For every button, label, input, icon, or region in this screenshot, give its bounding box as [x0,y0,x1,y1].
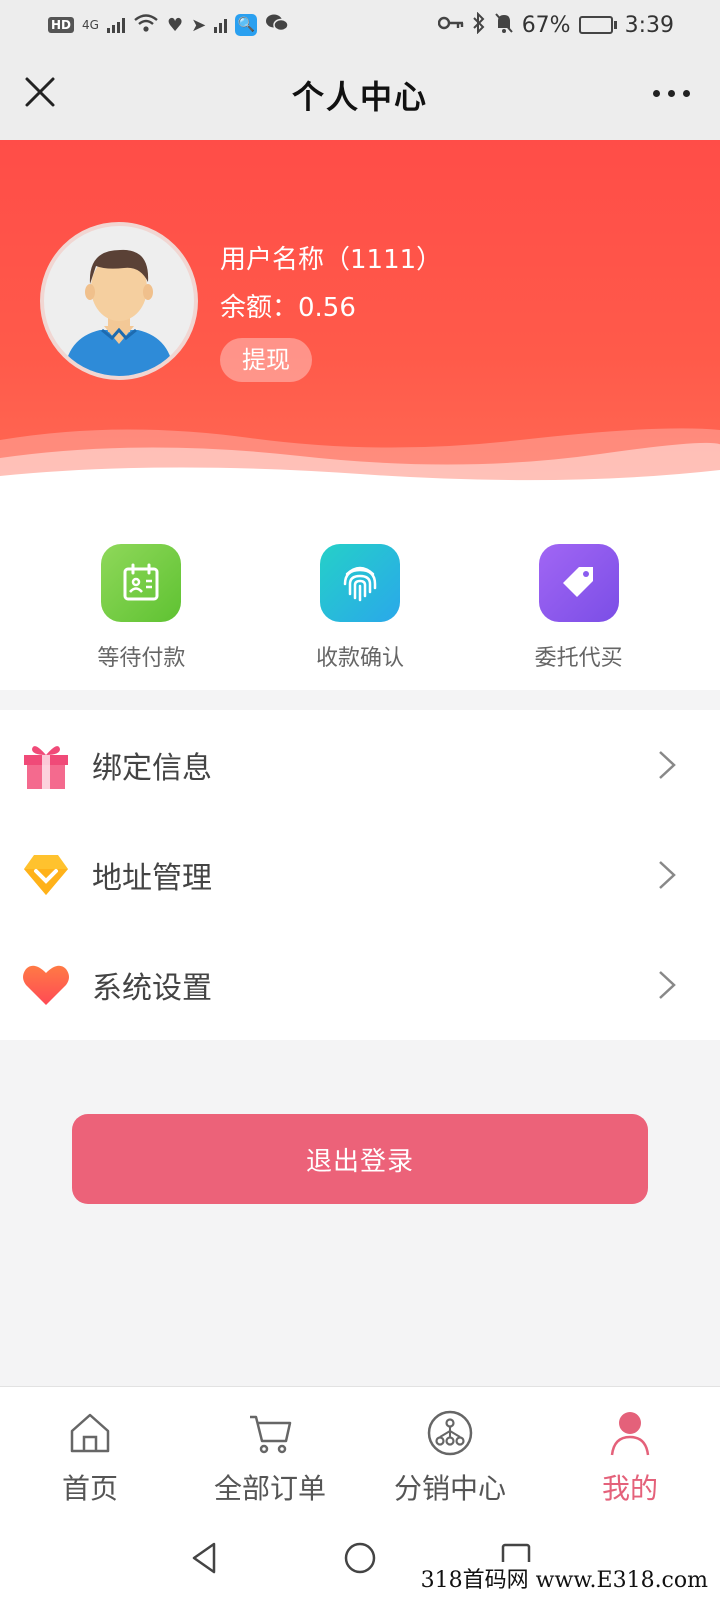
header-wave [0,428,720,500]
quick-actions: 等待付款 收款确认 委托代买 [0,500,720,690]
back-icon[interactable] [186,1540,222,1576]
bluetooth-icon [472,11,486,39]
chevron-right-icon [659,971,676,999]
bottom-tab-bar: 首页 全部订单 分销中心 我的 [0,1386,720,1516]
wechat-icon [265,13,289,38]
clock: 3:39 [624,12,674,38]
tab-all-orders[interactable]: 全部订单 [180,1387,360,1516]
quick-action-label: 等待付款 [97,646,186,671]
navigation-bar: 个人中心 [0,50,720,140]
close-icon[interactable] [22,74,58,110]
battery-icon [578,16,617,34]
settings-menu: 绑定信息 地址管理 系统设置 [0,710,720,1040]
avatar-person-icon [64,249,174,376]
fingerprint-icon [319,544,400,622]
home-icon [70,1413,110,1453]
quick-action-confirm-receipt[interactable]: 收款确认 [270,500,450,690]
quick-action-pending-payment[interactable]: 等待付款 [51,500,231,690]
tab-label: 全部订单 [213,1472,326,1505]
network-gen: 4G [82,18,99,32]
mute-bell-icon [494,12,514,39]
quick-action-label: 委托代买 [534,646,623,671]
signal-secondary-icon [214,17,228,33]
tab-label: 首页 [61,1472,118,1505]
user-info: 用户名称（1111） 余额：0.56 提现 [220,240,442,382]
status-bar: HD 4G ♥ ➤ 🔍 67% 3:39 [0,0,720,50]
heart-icon [20,959,72,1011]
send-icon: ➤ [191,14,207,36]
quick-action-proxy-purchase[interactable]: 委托代买 [489,500,669,690]
menu-item-system-settings[interactable]: 系统设置 [0,930,720,1040]
menu-item-label: 绑定信息 [92,751,212,786]
menu-item-label: 地址管理 [92,861,212,896]
more-icon[interactable] [653,90,690,97]
logout-button[interactable]: 退出登录 [72,1114,648,1204]
quick-action-label: 收款确认 [315,646,404,671]
diamond-icon [20,849,72,901]
network-label: HD [48,17,75,33]
username: 用户名称（1111） [220,245,443,275]
network-icon [427,1410,473,1456]
profile-header: 用户名称（1111） 余额：0.56 提现 [0,140,720,500]
cart-icon [250,1415,292,1454]
battery-percent: 67% [521,12,571,38]
balance: 余额：0.56 [220,293,356,323]
search-app-icon: 🔍 [235,14,258,36]
calendar-icon [101,544,182,622]
page-title: 个人中心 [291,78,428,116]
gift-icon [20,739,72,791]
status-left: HD 4G ♥ ➤ 🔍 [48,13,289,38]
withdraw-button[interactable]: 提现 [220,338,312,382]
tab-label: 分销中心 [393,1472,506,1505]
menu-item-address[interactable]: 地址管理 [0,820,720,930]
tab-mine[interactable]: 我的 [540,1387,720,1516]
menu-item-binding-info[interactable]: 绑定信息 [0,710,720,820]
status-right: 67% 3:39 [437,11,674,39]
wifi-icon [133,13,159,38]
signal-icon [106,17,125,33]
chevron-right-icon [659,751,676,779]
tab-distribution[interactable]: 分销中心 [360,1387,540,1516]
tag-icon [538,544,619,622]
key-icon [437,15,464,36]
home-circle-icon[interactable] [342,1540,378,1576]
health-icon: ♥ [166,14,184,36]
watermark: 318首码网 www.E318.com [416,1562,712,1594]
screen: HD 4G ♥ ➤ 🔍 67% 3:39 个人中心 用户名称（1111） 余额：… [0,0,720,1600]
chevron-right-icon [659,861,676,889]
menu-item-label: 系统设置 [92,971,212,1006]
tab-label: 我的 [601,1472,658,1505]
tab-home[interactable]: 首页 [0,1387,180,1516]
user-icon [610,1412,650,1456]
avatar[interactable] [40,222,198,380]
